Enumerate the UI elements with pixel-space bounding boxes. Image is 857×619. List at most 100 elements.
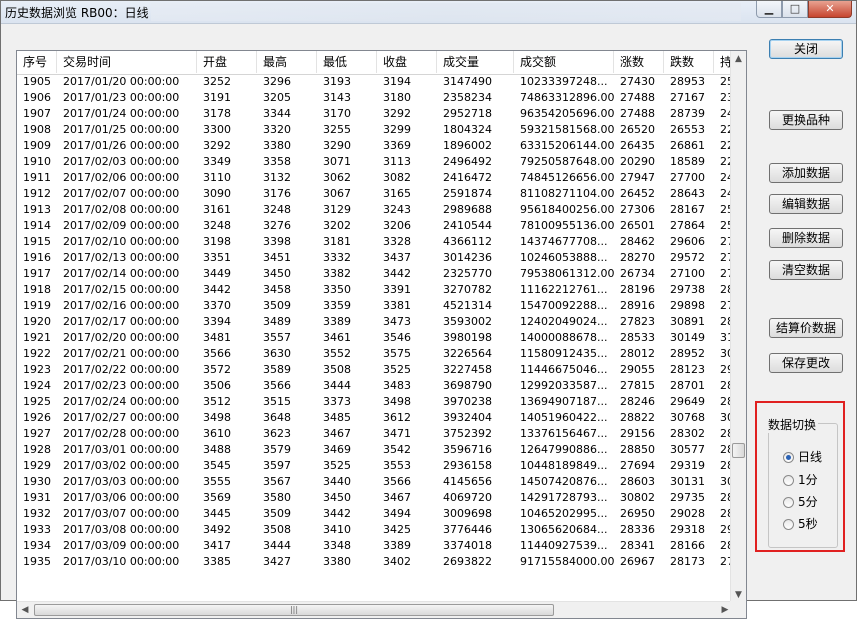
- table-row[interactable]: 1927 2017/02/28 00:00:00 3610 3623 3467 3471 3…: [17, 426, 733, 442]
- table-row[interactable]: 1912 2017/02/07 00:00:00 3090 3176 3067 3165 2…: [17, 186, 733, 202]
- table-cell[interactable]: 1922: [17, 346, 57, 362]
- table-cell[interactable]: 3374018: [437, 538, 514, 554]
- table-cell[interactable]: 2017/01/23 00:00:00: [57, 90, 197, 106]
- table-cell[interactable]: 3566: [377, 474, 437, 490]
- table-cell[interactable]: 29028: [664, 506, 714, 522]
- table-cell[interactable]: 1924: [17, 378, 57, 394]
- table-cell[interactable]: 3970238: [437, 394, 514, 410]
- table-cell[interactable]: 3292: [377, 106, 437, 122]
- table-cell[interactable]: 95618400256.00: [514, 202, 614, 218]
- table-cell[interactable]: 14000088678...: [514, 330, 614, 346]
- table-cell[interactable]: 2017/03/10 00:00:00: [57, 554, 197, 570]
- table-cell[interactable]: 3370: [197, 298, 257, 314]
- table-row[interactable]: 1930 2017/03/03 00:00:00 3555 3567 3440 3566 4…: [17, 474, 733, 490]
- table-cell[interactable]: 2017/02/06 00:00:00: [57, 170, 197, 186]
- table-cell[interactable]: 3170: [317, 106, 377, 122]
- table-cell[interactable]: 2591874: [437, 186, 514, 202]
- table-cell[interactable]: 2017/01/24 00:00:00: [57, 106, 197, 122]
- table-cell[interactable]: 11446675046...: [514, 362, 614, 378]
- table-cell[interactable]: 3290: [317, 138, 377, 154]
- table-cell[interactable]: 27430: [614, 74, 664, 90]
- table-cell[interactable]: 1917: [17, 266, 57, 282]
- table-cell[interactable]: 2017/02/08 00:00:00: [57, 202, 197, 218]
- table-cell[interactable]: 1934: [17, 538, 57, 554]
- table-cell[interactable]: 3442: [197, 282, 257, 298]
- table-cell[interactable]: 3389: [377, 538, 437, 554]
- table-cell[interactable]: 1929: [17, 458, 57, 474]
- table-row[interactable]: 1919 2017/02/16 00:00:00 3370 3509 3359 3381 4…: [17, 298, 733, 314]
- column-header[interactable]: 收盘: [377, 51, 437, 73]
- table-row[interactable]: 1909 2017/01/26 00:00:00 3292 3380 3290 3369 1…: [17, 138, 733, 154]
- table-cell[interactable]: 28166: [664, 538, 714, 554]
- table-cell[interactable]: 3555: [197, 474, 257, 490]
- table-cell[interactable]: 12647990886...: [514, 442, 614, 458]
- table-cell[interactable]: 1911: [17, 170, 57, 186]
- table-cell[interactable]: 3451: [257, 250, 317, 266]
- table-cell[interactable]: 3206: [377, 218, 437, 234]
- table-cell[interactable]: 3492: [197, 522, 257, 538]
- table-row[interactable]: 1914 2017/02/09 00:00:00 3248 3276 3202 3206 2…: [17, 218, 733, 234]
- table-cell[interactable]: 3348: [317, 538, 377, 554]
- table-cell[interactable]: 2017/01/26 00:00:00: [57, 138, 197, 154]
- table-cell[interactable]: 29319: [664, 458, 714, 474]
- table-cell[interactable]: 3575: [377, 346, 437, 362]
- table-cell[interactable]: 12992033587...: [514, 378, 614, 394]
- table-cell[interactable]: 26950: [614, 506, 664, 522]
- table-cell[interactable]: 3623: [257, 426, 317, 442]
- table-cell[interactable]: 2017/02/14 00:00:00: [57, 266, 197, 282]
- table-cell[interactable]: 3515: [257, 394, 317, 410]
- settlement-data-button[interactable]: 结算价数据: [769, 318, 843, 338]
- table-cell[interactable]: 3498: [197, 410, 257, 426]
- table-cell[interactable]: 3181: [317, 234, 377, 250]
- table-cell[interactable]: 2017/02/07 00:00:00: [57, 186, 197, 202]
- table-cell[interactable]: 3458: [257, 282, 317, 298]
- table-cell[interactable]: 26861: [664, 138, 714, 154]
- column-header[interactable]: 序号: [17, 51, 57, 73]
- table-cell[interactable]: 3014236: [437, 250, 514, 266]
- table-cell[interactable]: 1921: [17, 330, 57, 346]
- table-cell[interactable]: 3296: [257, 74, 317, 90]
- table-cell[interactable]: 3243: [377, 202, 437, 218]
- table-cell[interactable]: 2017/03/08 00:00:00: [57, 522, 197, 538]
- table-cell[interactable]: 27306: [614, 202, 664, 218]
- table-cell[interactable]: 27815: [614, 378, 664, 394]
- table-cell[interactable]: 2989688: [437, 202, 514, 218]
- table-cell[interactable]: 1905: [17, 74, 57, 90]
- table-cell[interactable]: 27864: [664, 218, 714, 234]
- radio-daily[interactable]: 日线: [783, 449, 822, 465]
- table-cell[interactable]: 1804324: [437, 122, 514, 138]
- table-cell[interactable]: 3444: [317, 378, 377, 394]
- table-cell[interactable]: 2017/02/24 00:00:00: [57, 394, 197, 410]
- table-cell[interactable]: 2496492: [437, 154, 514, 170]
- table-row[interactable]: 1906 2017/01/23 00:00:00 3191 3205 3143 3180 2…: [17, 90, 733, 106]
- table-cell[interactable]: 28246: [614, 394, 664, 410]
- table-cell[interactable]: 28196: [614, 282, 664, 298]
- table-cell[interactable]: 3610: [197, 426, 257, 442]
- table-cell[interactable]: 26520: [614, 122, 664, 138]
- scroll-left-icon[interactable]: ◀: [17, 602, 33, 618]
- table-cell[interactable]: 18589: [664, 154, 714, 170]
- table-cell[interactable]: 81108271104.00: [514, 186, 614, 202]
- horizontal-scrollbar[interactable]: ◀ ||| ▶: [17, 601, 733, 618]
- table-cell[interactable]: 27100: [664, 266, 714, 282]
- table-cell[interactable]: 3498: [377, 394, 437, 410]
- table-cell[interactable]: 3542: [377, 442, 437, 458]
- table-cell[interactable]: 3194: [377, 74, 437, 90]
- table-cell[interactable]: 3471: [377, 426, 437, 442]
- table-cell[interactable]: 28643: [664, 186, 714, 202]
- table-cell[interactable]: 3328: [377, 234, 437, 250]
- table-cell[interactable]: 3385: [197, 554, 257, 570]
- table-row[interactable]: 1931 2017/03/06 00:00:00 3569 3580 3450 3467 4…: [17, 490, 733, 506]
- table-cell[interactable]: 29649: [664, 394, 714, 410]
- table-cell[interactable]: 3391: [377, 282, 437, 298]
- table-cell[interactable]: 3776446: [437, 522, 514, 538]
- table-cell[interactable]: 3494: [377, 506, 437, 522]
- table-row[interactable]: 1933 2017/03/08 00:00:00 3492 3508 3410 3425 3…: [17, 522, 733, 538]
- table-cell[interactable]: 1918: [17, 282, 57, 298]
- table-cell[interactable]: 27694: [614, 458, 664, 474]
- table-cell[interactable]: 1931: [17, 490, 57, 506]
- table-cell[interactable]: 3489: [257, 314, 317, 330]
- table-cell[interactable]: 3467: [377, 490, 437, 506]
- table-cell[interactable]: 29318: [664, 522, 714, 538]
- table-cell[interactable]: 10246053888...: [514, 250, 614, 266]
